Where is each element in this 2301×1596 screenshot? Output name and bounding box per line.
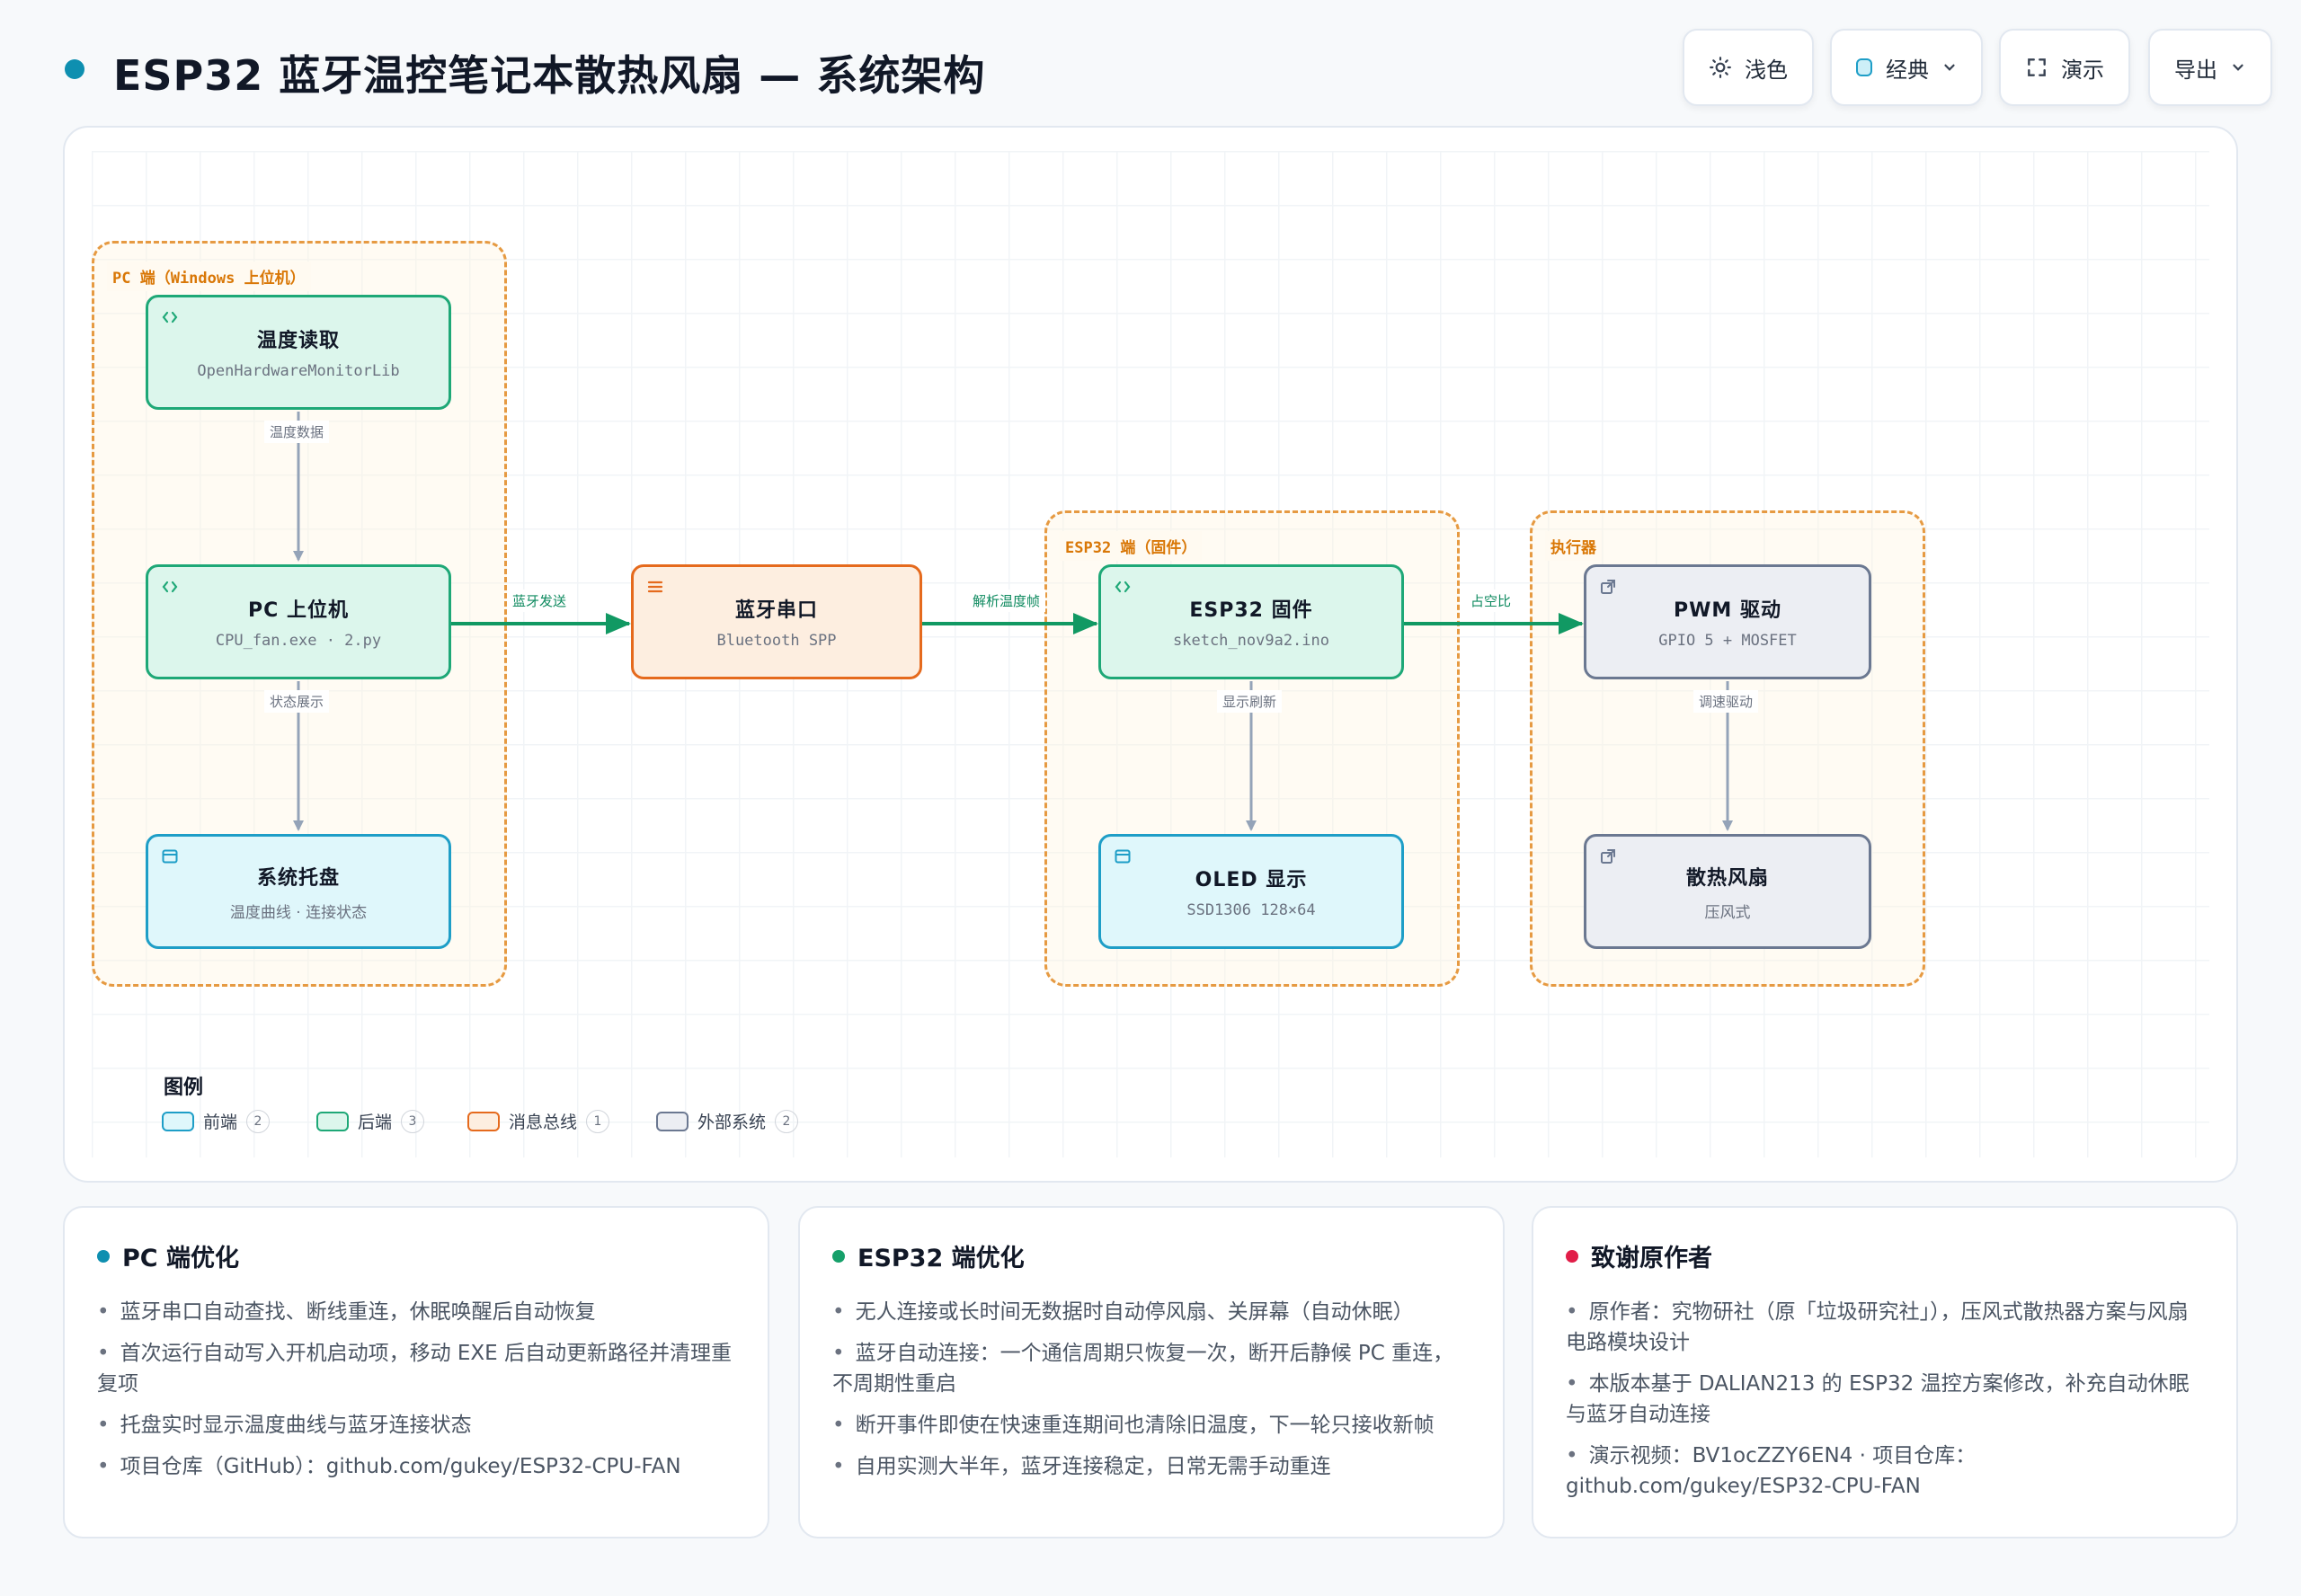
list-item: • 蓝牙串口自动查找、断线重连，休眠唤醒后自动恢复: [97, 1300, 596, 1324]
diagram-canvas[interactable]: PC 端（Windows 上位机） ESP32 端（固件） 执行器 温度数据 状…: [63, 126, 2238, 1183]
legend-item-message-bus: 消息总线 1: [467, 1109, 610, 1133]
node-title: 蓝牙串口: [734, 599, 818, 622]
list-item: • 断开事件即使在快速重连期间也清除旧温度，下一轮只接收新帧: [832, 1414, 1435, 1437]
chevron-down-icon: [1941, 59, 1958, 75]
chevron-down-icon: [2230, 59, 2246, 75]
list-item: • 首次运行自动写入开机启动项，移动 EXE 后自动更新路径并清理重复项: [97, 1342, 733, 1396]
window-icon: [1115, 849, 1131, 864]
legend-label: 后端: [358, 1113, 393, 1132]
legend-item-frontend: 前端 2: [162, 1109, 271, 1133]
legend-count: 2: [246, 1109, 271, 1133]
card-esp32-optimization: ESP32 端优化 • 无人连接或长时间无数据时自动停风扇、关屏幕（自动休眠） •…: [798, 1206, 1505, 1538]
external-link-icon: [1601, 849, 1615, 864]
edge-label-display-refresh: 显示刷新: [1217, 690, 1283, 713]
card-title: 致谢原作者: [1591, 1245, 1712, 1272]
card-title: PC 端优化: [122, 1245, 240, 1272]
legend-label: 消息总线: [509, 1113, 578, 1132]
edge-label-temp-data: 温度数据: [264, 421, 330, 443]
node-esp32-firmware[interactable]: ESP32 固件 sketch_nov9a2.ino: [1098, 564, 1404, 679]
theme-button-label: 浅色: [1745, 57, 1788, 83]
card-dot: [832, 1249, 845, 1263]
node-subtitle: 温度曲线 · 连接状态: [229, 903, 368, 922]
node-subtitle: sketch_nov9a2.ino: [1173, 632, 1329, 650]
list-item: • 无人连接或长时间无数据时自动停风扇、关屏幕（自动休眠）: [832, 1300, 1414, 1324]
list-item: • 蓝牙自动连接：一个通信周期只恢复一次，断开后静候 PC 重连，不周期性重启: [832, 1342, 1454, 1396]
edge-label-speed-drive: 调速驱动: [1693, 690, 1759, 713]
node-oled[interactable]: OLED 显示 SSD1306 128×64: [1098, 834, 1404, 949]
theme-button[interactable]: 浅色: [1683, 29, 1814, 106]
present-button[interactable]: 演示: [1999, 29, 2130, 106]
legend-swatch: [656, 1111, 689, 1131]
legend-item-backend: 后端 3: [316, 1109, 425, 1133]
card-acknowledgement: 致谢原作者 • 原作者：究物研社（原「垃圾研究社」），压风式散热器方案与风扇电路模…: [1532, 1206, 2238, 1538]
style-dropdown-label: 经典: [1886, 57, 1929, 83]
node-temp-read[interactable]: 温度读取 OpenHardwareMonitorLib: [146, 295, 451, 410]
node-subtitle: SSD1306 128×64: [1186, 901, 1316, 919]
node-subtitle: OpenHardwareMonitorLib: [197, 362, 400, 380]
legend-swatch: [467, 1111, 500, 1131]
legend-swatch: [316, 1111, 349, 1131]
node-fan[interactable]: 散热风扇 压风式: [1584, 834, 1871, 949]
external-link-icon: [1601, 580, 1615, 594]
page-title: ESP32 蓝牙温控笔记本散热风扇 — 系统架构: [113, 51, 986, 100]
edge-label-duty: 占空比: [1465, 590, 1517, 612]
card-list: • 无人连接或长时间无数据时自动停风扇、关屏幕（自动休眠） • 蓝牙自动连接：一个通…: [832, 1297, 1470, 1482]
sun-icon: [1709, 56, 1732, 79]
card-list: • 原作者：究物研社（原「垃圾研究社」），压风式散热器方案与风扇电路模块设计 • 本…: [1566, 1297, 2204, 1502]
list-item: • 自用实测大半年，蓝牙连接稳定，日常无需手动重连: [832, 1455, 1331, 1478]
menu-lines-icon: [647, 581, 663, 593]
edge-label-status-show: 状态展示: [264, 690, 330, 713]
present-button-label: 演示: [2061, 57, 2104, 83]
card-list: • 蓝牙串口自动查找、断线重连，休眠唤醒后自动恢复 • 首次运行自动写入开机启动项，…: [97, 1297, 735, 1482]
code-icon: [1115, 581, 1131, 593]
legend-label: 外部系统: [697, 1113, 767, 1132]
edge-label-bt-send: 蓝牙发送: [507, 590, 573, 612]
card-pc-optimization: PC 端优化 • 蓝牙串口自动查找、断线重连，休眠唤醒后自动恢复 • 首次运行自动写…: [63, 1206, 769, 1538]
node-bt-serial[interactable]: 蓝牙串口 Bluetooth SPP: [631, 564, 922, 679]
node-title: 系统托盘: [256, 866, 340, 890]
node-subtitle: GPIO 5 + MOSFET: [1658, 632, 1797, 650]
card-title: ESP32 端优化: [857, 1245, 1025, 1272]
fullscreen-icon: [2025, 56, 2048, 79]
legend-swatch: [162, 1111, 194, 1131]
export-dropdown-label: 导出: [2174, 57, 2217, 83]
edge-label-parse-frame: 解析温度帧: [967, 590, 1046, 612]
title-dot: [65, 59, 84, 79]
legend-count: 3: [401, 1109, 425, 1133]
node-subtitle: 压风式: [1704, 903, 1751, 922]
list-item: • 项目仓库（GitHub）：github.com/gukey/ESP32-CPU…: [97, 1455, 681, 1478]
legend-title: 图例: [164, 1077, 204, 1099]
style-dropdown[interactable]: 经典: [1830, 29, 1983, 106]
code-icon: [162, 311, 178, 324]
legend-count: 2: [775, 1109, 799, 1133]
node-tray[interactable]: 系统托盘 温度曲线 · 连接状态: [146, 834, 451, 949]
node-pwm[interactable]: PWM 驱动 GPIO 5 + MOSFET: [1584, 564, 1871, 679]
legend-count: 1: [586, 1109, 610, 1133]
node-title: PWM 驱动: [1674, 599, 1781, 622]
legend-label: 前端: [203, 1113, 238, 1132]
list-item: • 本版本基于 DALIAN213 的 ESP32 温控方案修改，补充自动休眠与蓝…: [1566, 1372, 2190, 1426]
export-dropdown[interactable]: 导出: [2148, 29, 2272, 106]
card-dot: [1566, 1249, 1578, 1263]
list-item: • 演示视频：BV1ocZZY6EN4 · 项目仓库：github.com/guk…: [1566, 1444, 1977, 1498]
card-dot: [97, 1249, 110, 1263]
node-title: ESP32 固件: [1189, 599, 1313, 622]
node-subtitle: Bluetooth SPP: [716, 632, 837, 650]
node-title: 温度读取: [256, 330, 340, 352]
list-item: • 原作者：究物研社（原「垃圾研究社」），压风式散热器方案与风扇电路模块设计: [1566, 1300, 2189, 1354]
node-title: OLED 显示: [1195, 869, 1308, 891]
list-item: • 托盘实时显示温度曲线与蓝牙连接状态: [97, 1414, 472, 1437]
legend-item-external: 外部系统 2: [656, 1109, 799, 1133]
node-title: PC 上位机: [248, 599, 349, 622]
code-icon: [162, 581, 178, 593]
window-icon: [162, 849, 178, 864]
node-subtitle: CPU_fan.exe · 2.py: [215, 632, 382, 650]
style-swatch-icon: [1855, 57, 1873, 78]
node-pc-host[interactable]: PC 上位机 CPU_fan.exe · 2.py: [146, 564, 451, 679]
node-title: 散热风扇: [1685, 866, 1769, 890]
